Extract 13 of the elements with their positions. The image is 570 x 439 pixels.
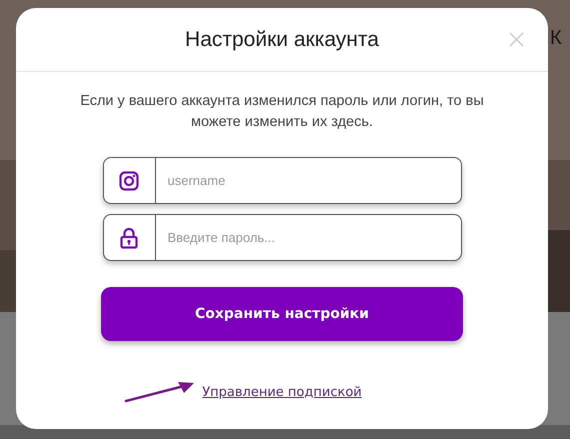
dialog-title: Настройки аккаунта (185, 28, 379, 52)
text-field[interactable]: username (156, 158, 460, 203)
lock-icon (120, 226, 138, 248)
close-icon[interactable] (509, 32, 524, 47)
input-field[interactable]: Введите пароль... (102, 214, 462, 261)
background-text: К (550, 27, 562, 50)
save-button[interactable]: Сохранить настройки (101, 287, 463, 341)
input-field[interactable]: username (102, 157, 462, 204)
subscription-link[interactable]: Управление подпиской (202, 385, 362, 400)
description-text: Если у вашего аккаунта изменился пароль или логин, то вы можете изменить их здесь. (79, 92, 485, 132)
arrow-icon (124, 381, 196, 403)
text-field[interactable]: Введите пароль... (156, 215, 460, 260)
camera-icon (119, 170, 139, 190)
